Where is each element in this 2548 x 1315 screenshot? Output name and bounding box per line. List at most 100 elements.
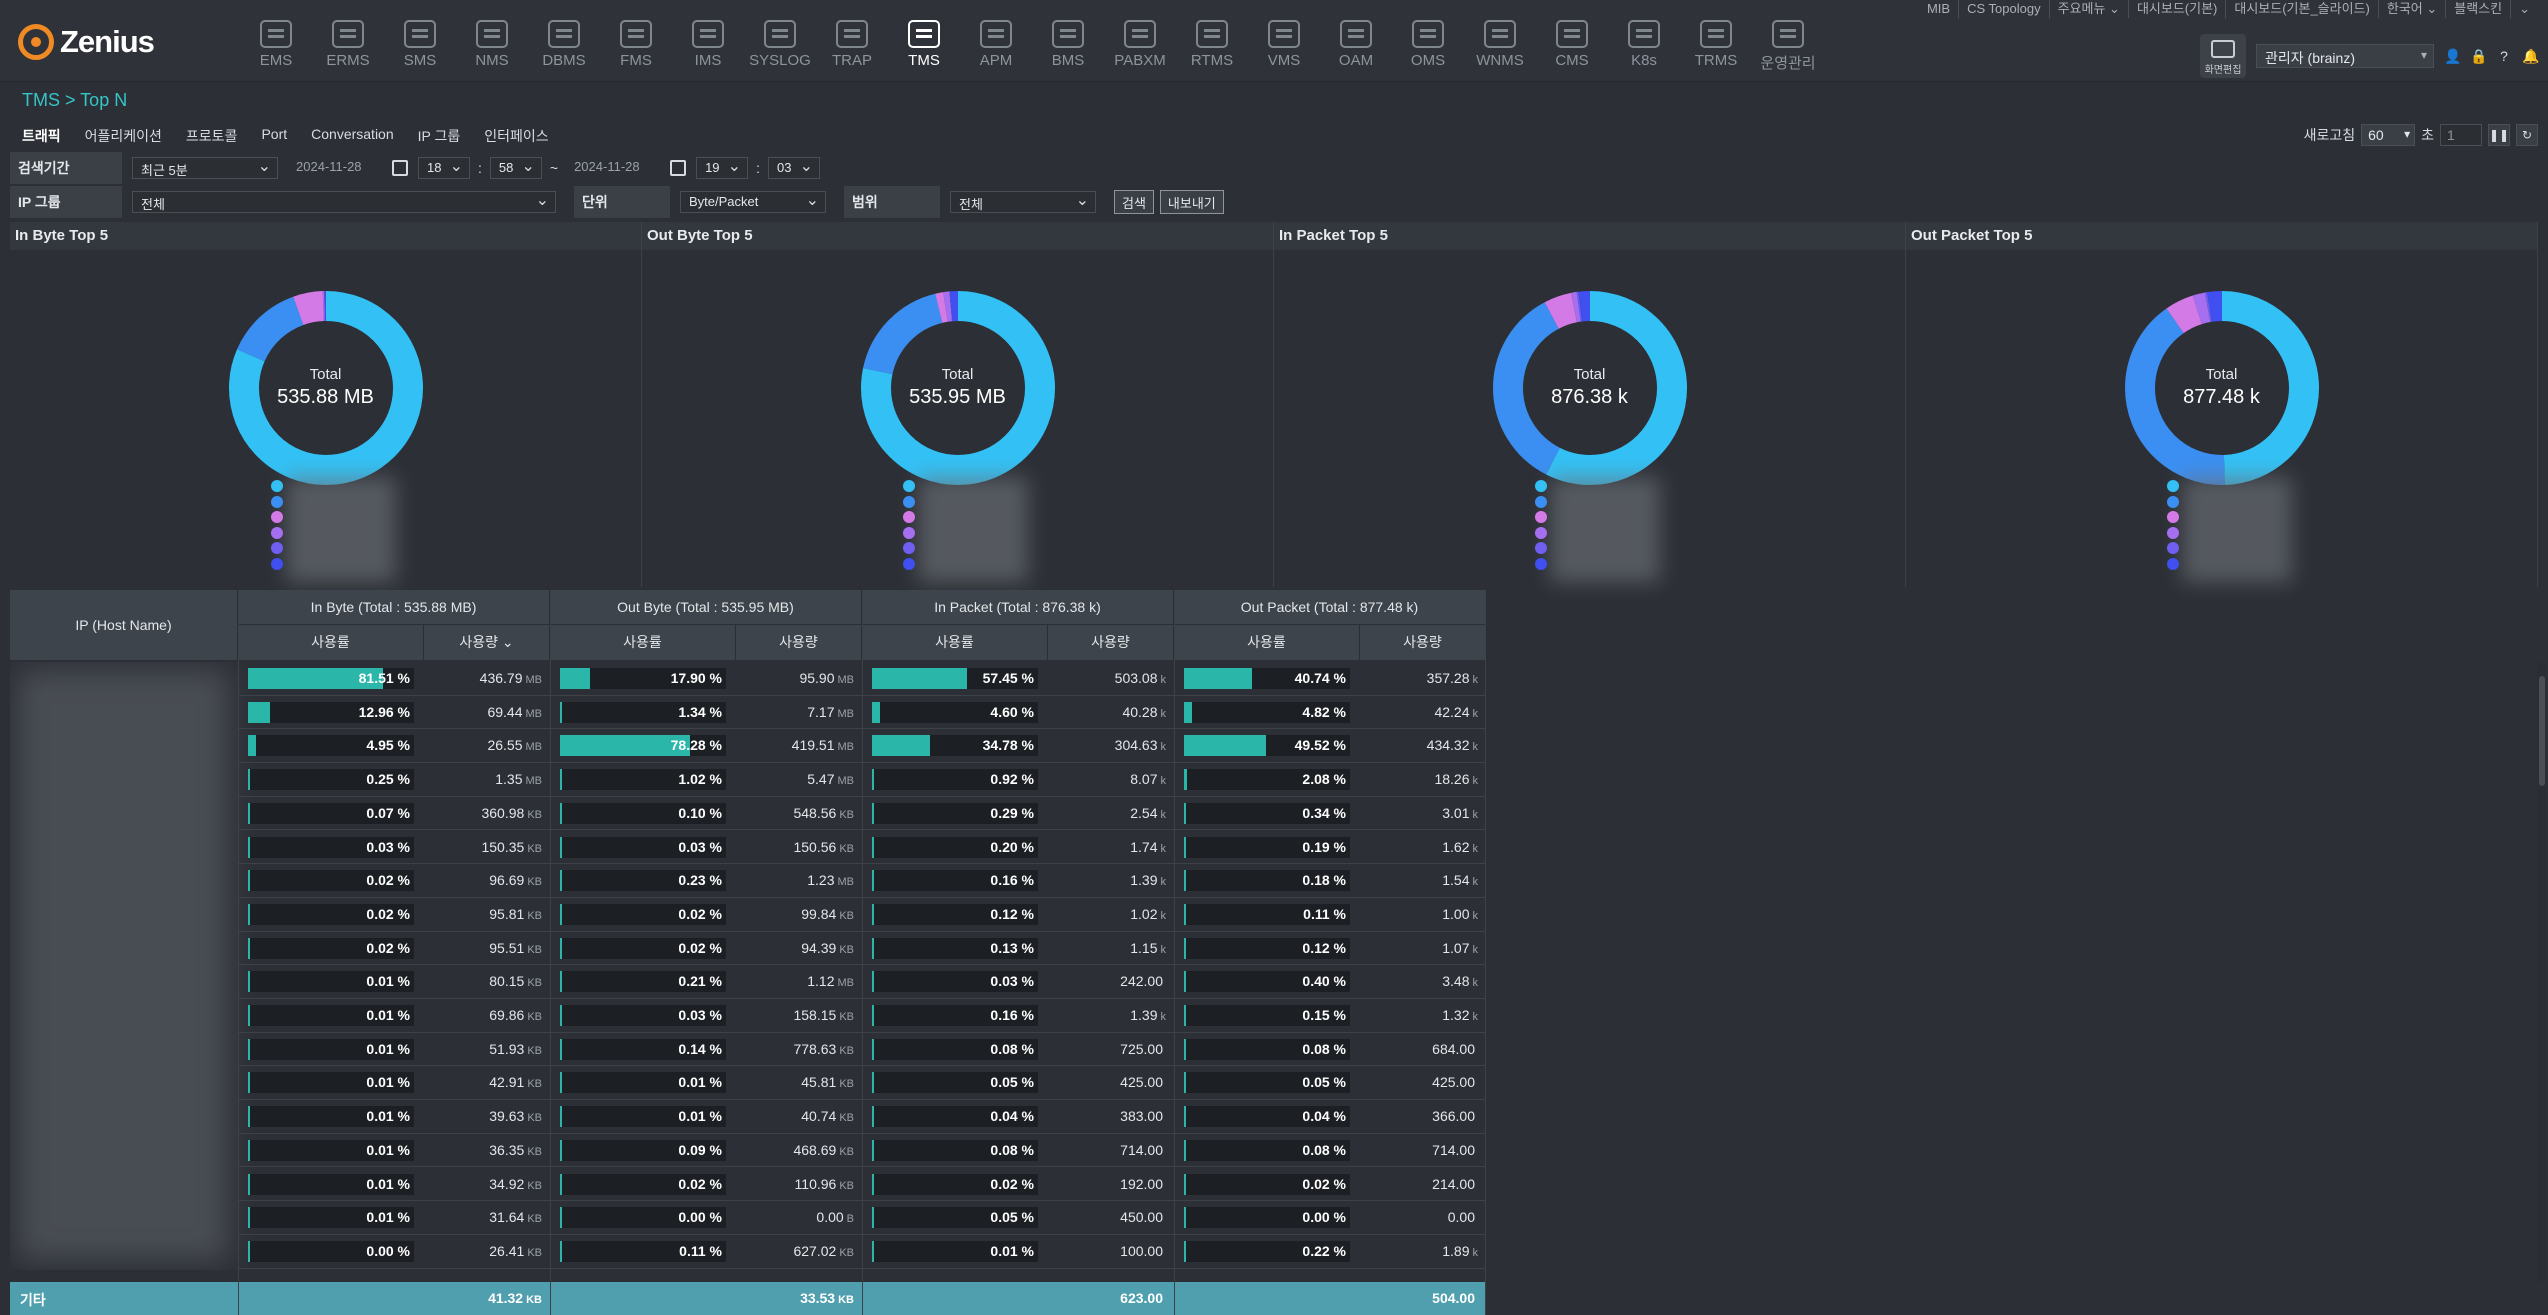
legend-dot-2[interactable] (2166, 511, 2179, 523)
usage-amount-header[interactable]: 사용량 (1048, 625, 1174, 660)
to-date-input[interactable]: 2024-11-28 (566, 157, 666, 179)
legend-dot-0[interactable] (2166, 480, 2179, 492)
usage-rate-fill (560, 836, 562, 858)
top-link[interactable]: 블랙스킨 (2445, 0, 2510, 18)
usage-rate-header[interactable]: 사용률 (238, 625, 424, 660)
legend-dot-0[interactable] (1534, 480, 1547, 492)
help-icon[interactable]: ? (2496, 48, 2512, 64)
usage-amount-header[interactable]: 사용량 ⌄ (424, 625, 550, 660)
nav-item-vms[interactable]: VMS (1248, 20, 1320, 74)
screen-edit-button[interactable]: 화면편집 (2200, 34, 2246, 78)
search-button[interactable]: 검색 (1114, 190, 1154, 214)
top-link[interactable]: 주요메뉴 ⌄ (2048, 0, 2128, 18)
legend-dot-1[interactable] (1534, 495, 1547, 508)
export-button[interactable]: 내보내기 (1159, 190, 1224, 214)
legend-dot-0[interactable] (902, 480, 915, 492)
nav-item-syslog[interactable]: SYSLOG (744, 20, 816, 74)
nav-item-fms[interactable]: FMS (600, 20, 672, 74)
usage-rate-fill (248, 1173, 250, 1195)
legend-dot-1[interactable] (902, 495, 915, 508)
refresh-countdown[interactable]: 1 (2440, 124, 2482, 146)
usage-rate-text: 0.01 % (366, 1040, 410, 1057)
legend-dot-4[interactable] (1534, 542, 1547, 554)
usage-rate-fill (248, 903, 250, 925)
calendar-icon[interactable] (392, 160, 408, 176)
usage-amount: 778.63 KB (736, 1041, 854, 1057)
unit-select[interactable]: Byte/Packet (680, 190, 826, 213)
nav-item-oms[interactable]: OMS (1392, 20, 1464, 74)
nav-pabxm-icon (1124, 20, 1156, 48)
nav-item-sms[interactable]: SMS (384, 20, 456, 74)
nav-item-dbms[interactable]: DBMS (528, 20, 600, 74)
legend-dot-3[interactable] (270, 526, 283, 539)
top-link[interactable]: 대시보드(기본) (2127, 0, 2225, 18)
legend-dot-2[interactable] (1534, 511, 1547, 523)
range-select[interactable]: 전체 (950, 190, 1096, 213)
legend-dot-4[interactable] (270, 542, 283, 554)
legend-dot-4[interactable] (902, 542, 915, 554)
usage-amount: 1.15 k (1048, 940, 1166, 956)
legend-dot-2[interactable] (270, 511, 283, 523)
legend-dot-2[interactable] (902, 511, 915, 523)
nav-item-trap[interactable]: TRAP (816, 20, 888, 74)
top-link[interactable]: 한국어 ⌄ (2377, 0, 2445, 18)
legend-dot-3[interactable] (1534, 526, 1547, 539)
legend-dot-5[interactable] (1534, 557, 1547, 570)
user-select[interactable]: 관리자 (brainz) (2256, 44, 2434, 68)
top-link[interactable]: CS Topology (1958, 0, 2048, 18)
bell-icon[interactable]: 🔔 (2522, 48, 2539, 64)
nav-item-k8s[interactable]: K8s (1608, 20, 1680, 74)
zenius-logo[interactable]: Zenius (18, 22, 155, 62)
legend-dot-3[interactable] (2166, 526, 2179, 539)
legend-dot-4[interactable] (2166, 542, 2179, 554)
nav-item-trms[interactable]: TRMS (1680, 20, 1752, 74)
legend-dot-5[interactable] (270, 557, 283, 570)
calendar-icon[interactable] (670, 160, 687, 176)
refresh-button[interactable]: ↻ (2516, 124, 2538, 146)
top-link[interactable]: MIB (1919, 0, 1958, 18)
legend-dot-5[interactable] (902, 557, 915, 570)
usage-rate-header[interactable]: 사용률 (550, 625, 736, 660)
nav-item-rtms[interactable]: RTMS (1176, 20, 1248, 74)
nav-item-apm[interactable]: APM (960, 20, 1032, 74)
legend-dot-1[interactable] (2166, 495, 2179, 508)
ip-host-header[interactable]: IP (Host Name) (10, 590, 238, 660)
nav-item-bms[interactable]: BMS (1032, 20, 1104, 74)
top-link[interactable]: 대시보드(기본_슬라이드) (2225, 0, 2378, 18)
lock-icon[interactable]: 🔒 (2470, 48, 2487, 64)
nav-item-운영관리[interactable]: 운영관리 (1752, 20, 1824, 74)
nav-item-wnms[interactable]: WNMS (1464, 20, 1536, 74)
refresh-interval-select[interactable]: 60 (2361, 124, 2416, 146)
ip-group-select[interactable]: 전체 (132, 190, 556, 213)
to-minute-select[interactable]: 03 (767, 156, 820, 179)
nav-item-erms[interactable]: ERMS (312, 20, 384, 74)
from-date-input[interactable]: 2024-11-28 (288, 157, 388, 179)
user-icon[interactable]: 👤 (2444, 48, 2461, 64)
nav-item-pabxm[interactable]: PABXM (1104, 20, 1176, 74)
nav-item-oam[interactable]: OAM (1320, 20, 1392, 74)
to-hour-select[interactable]: 19 (696, 156, 749, 179)
legend-dot-1[interactable] (270, 495, 283, 508)
legend-dot-0[interactable] (270, 480, 283, 492)
legend-dot-3[interactable] (902, 526, 915, 539)
usage-rate-header[interactable]: 사용률 (862, 625, 1048, 660)
usage-amount-unit: KB (527, 1112, 542, 1125)
scrollbar-thumb[interactable] (2539, 676, 2545, 786)
period-select[interactable]: 최근 5분 (132, 156, 278, 179)
from-minute-select[interactable]: 58 (489, 156, 542, 179)
nav-item-ims[interactable]: IMS (672, 20, 744, 74)
table-scrollbar[interactable] (2538, 662, 2546, 1282)
column-group-header: Out Byte (Total : 535.95 MB) (550, 590, 862, 625)
nav-item-cms[interactable]: CMS (1536, 20, 1608, 74)
top-link[interactable]: ⌄ (2510, 0, 2538, 18)
usage-rate-header[interactable]: 사용률 (1174, 625, 1360, 660)
nav-item-tms[interactable]: TMS (888, 20, 960, 74)
pause-button[interactable]: ❚❚ (2488, 124, 2510, 146)
usage-amount-unit: k (1160, 876, 1167, 889)
legend-dot-5[interactable] (2166, 557, 2179, 570)
from-hour-select[interactable]: 18 (418, 156, 470, 179)
nav-item-nms[interactable]: NMS (456, 20, 528, 74)
usage-amount-header[interactable]: 사용량 (1360, 625, 1486, 660)
nav-item-ems[interactable]: EMS (240, 20, 312, 74)
usage-amount-header[interactable]: 사용량 (736, 625, 862, 660)
